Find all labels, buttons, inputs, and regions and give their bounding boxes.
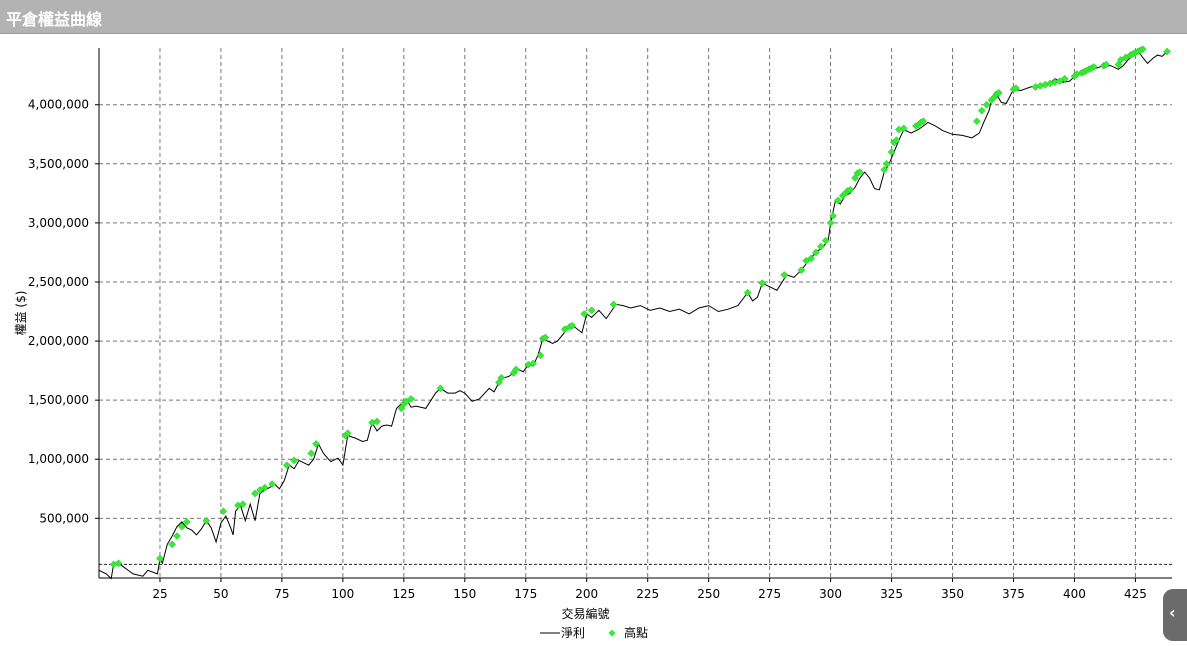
high-point-marker [312, 440, 320, 448]
high-point-marker [307, 449, 316, 458]
chevron-left-icon: ‹ [1169, 603, 1176, 622]
high-point-marker [290, 456, 298, 465]
high-point-marker [758, 279, 767, 288]
title-bar: 平倉權益曲線 [0, 0, 1187, 34]
y-tick-label: 3,500,000 [28, 157, 89, 171]
x-tick-label: 50 [213, 587, 228, 601]
high-point-marker [982, 100, 991, 109]
high-point-marker [826, 219, 835, 227]
high-point-marker [202, 516, 211, 525]
y-tick-label: 2,500,000 [28, 275, 89, 289]
x-tick-label: 375 [1002, 587, 1025, 601]
high-point-marker [887, 148, 896, 156]
high-point-marker [536, 351, 545, 360]
legend-label-high-point: 高點 [624, 625, 648, 640]
y-axis-title: 權益 ($) [14, 291, 28, 336]
high-point-marker [168, 540, 177, 549]
x-tick-label: 150 [453, 587, 476, 601]
equity-chart: 25 50 75 100 125 150 175 200 225 250 275 300 325 350 3… [14, 45, 1172, 640]
y-tick-label: 1,000,000 [28, 452, 89, 466]
x-tick-label: 300 [819, 587, 842, 601]
y-tick-label: 2,000,000 [28, 334, 89, 348]
high-point-marker [282, 461, 291, 469]
x-tick-label: 175 [514, 587, 537, 601]
legend-marker-swatch [608, 629, 616, 637]
high-point-marker [973, 117, 981, 126]
high-point-marker [780, 271, 789, 279]
x-tick-label: 225 [636, 587, 659, 601]
high-point-marker [977, 106, 986, 115]
y-tick-label: 1,500,000 [28, 393, 89, 407]
x-tick-label: 325 [880, 587, 903, 601]
x-axis-title: 交易編號 [561, 606, 609, 621]
high-point-marker [609, 300, 618, 309]
x-tick-label: 125 [392, 587, 415, 601]
x-tick-label: 200 [575, 587, 598, 601]
window-title: 平倉權益曲線 [6, 10, 103, 29]
x-tick-label: 350 [941, 587, 964, 601]
high-point-marker [816, 242, 825, 251]
x-tick-label: 75 [274, 587, 289, 601]
x-tick-label: 100 [331, 587, 354, 601]
side-panel-toggle[interactable]: ‹ [1163, 589, 1187, 641]
x-tick-label: 25 [152, 587, 167, 601]
high-point-marker [156, 554, 164, 563]
net-profit-line [98, 49, 1168, 580]
x-tick-label: 250 [697, 587, 720, 601]
high-point-marker [173, 532, 181, 540]
x-tick-label: 275 [758, 587, 781, 601]
legend-label-net-profit: 淨利 [561, 626, 585, 640]
y-tick-label: 3,000,000 [28, 216, 89, 230]
x-tick-label: 400 [1063, 587, 1086, 601]
high-point-marker [268, 480, 276, 488]
y-tick-label: 500,000 [39, 511, 89, 525]
y-tick-label: 4,000,000 [28, 98, 89, 112]
x-tick-label: 425 [1124, 587, 1147, 601]
high-point-marker [587, 306, 596, 315]
